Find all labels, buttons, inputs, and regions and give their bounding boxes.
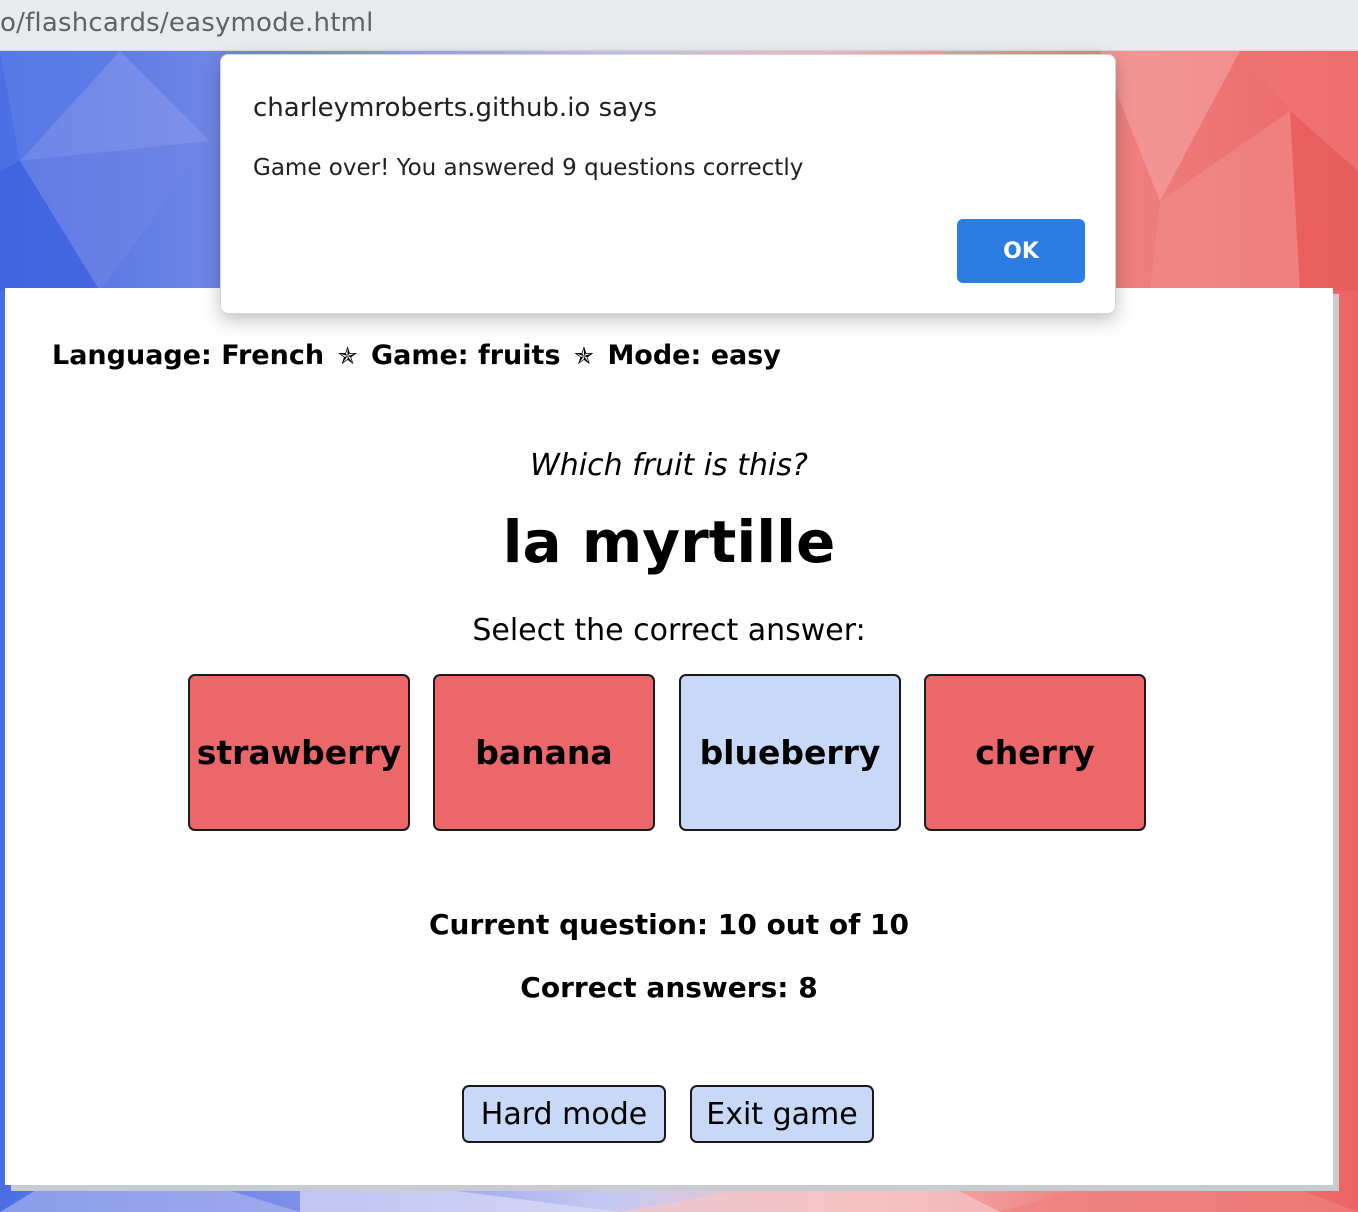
language-label: Language: French xyxy=(52,340,325,371)
question-word: la myrtille xyxy=(502,508,836,576)
game-label: Game: fruits xyxy=(370,340,561,371)
answer-button-blueberry[interactable]: blueberry xyxy=(679,674,901,831)
url-path: /flashcards/easymode.html xyxy=(16,8,374,38)
dialog-origin: charleymroberts.github.io says xyxy=(253,93,658,123)
exit-game-button[interactable]: Exit game xyxy=(690,1085,874,1143)
star-separator-icon: ✯ xyxy=(337,342,358,370)
browser-address-bar[interactable]: o/flashcards/easymode.html xyxy=(0,0,1358,51)
mode-label: Mode: easy xyxy=(607,340,781,371)
answer-instruction: Select the correct answer: xyxy=(472,613,866,648)
game-info-line: Language: French ✯ Game: fruits ✯ Mode: … xyxy=(52,340,781,371)
url-prefix: o xyxy=(0,8,17,38)
answer-button-cherry[interactable]: cherry xyxy=(924,674,1146,831)
hard-mode-button[interactable]: Hard mode xyxy=(462,1085,666,1143)
star-separator-icon: ✯ xyxy=(573,342,595,370)
alert-dialog: charleymroberts.github.io says Game over… xyxy=(220,54,1116,314)
answer-button-strawberry[interactable]: strawberry xyxy=(188,674,410,831)
game-card: Language: French ✯ Game: fruits ✯ Mode: … xyxy=(5,288,1333,1185)
url-text[interactable]: o/flashcards/easymode.html xyxy=(0,8,374,38)
correct-answers-counter: Correct answers: 8 xyxy=(520,971,818,1004)
answer-button-banana[interactable]: banana xyxy=(433,674,655,831)
ok-button[interactable]: OK xyxy=(957,219,1085,283)
dialog-message: Game over! You answered 9 questions corr… xyxy=(253,155,804,181)
current-question-counter: Current question: 10 out of 10 xyxy=(428,908,910,941)
question-prompt: Which fruit is this? xyxy=(530,448,808,483)
